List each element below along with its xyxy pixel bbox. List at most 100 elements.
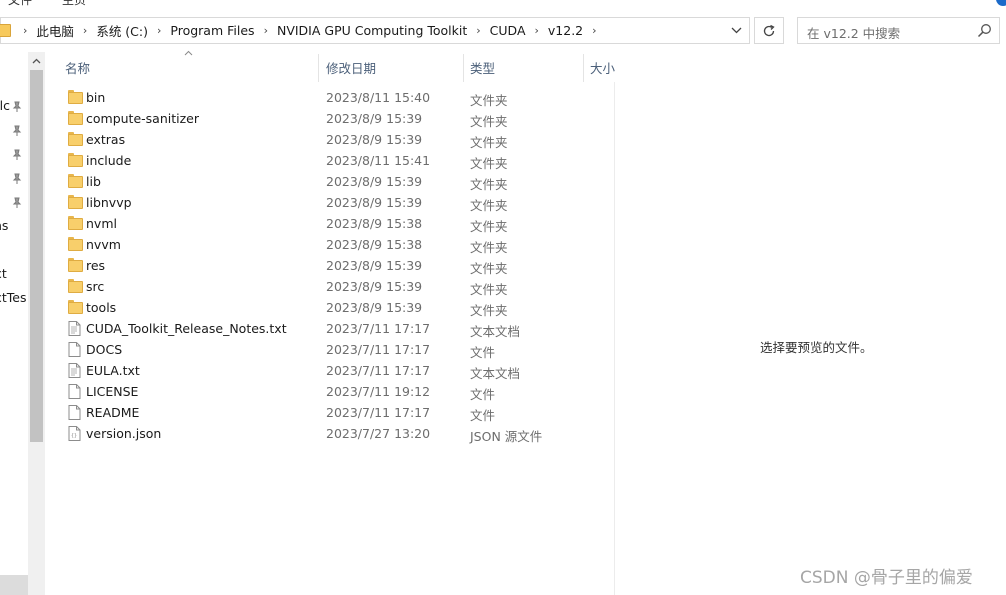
file-date: 2023/8/9 15:38 <box>326 237 423 252</box>
column-divider[interactable] <box>318 54 319 82</box>
file-row[interactable]: extras 2023/8/9 15:39 文件夹 <box>60 129 615 150</box>
crumb-cuda[interactable]: CUDA <box>487 23 529 38</box>
search-input[interactable]: 在 v12.2 中搜索 <box>807 23 900 42</box>
folder-icon <box>68 174 83 189</box>
file-row[interactable]: README 2023/7/11 17:17 文件 <box>60 402 615 423</box>
file-row[interactable]: bin 2023/8/11 15:40 文件夹 <box>60 87 615 108</box>
refresh-button[interactable] <box>754 17 784 44</box>
file-date: 2023/8/9 15:39 <box>326 258 423 273</box>
file-date: 2023/8/9 15:39 <box>326 195 423 210</box>
file-type: 文件夹 <box>470 177 508 192</box>
file-type: 文件夹 <box>470 114 508 129</box>
scroll-up-icon[interactable] <box>31 56 42 67</box>
scrollbar-thumb[interactable] <box>30 70 43 442</box>
column-header-type[interactable]: 类型 <box>470 58 495 78</box>
file-date: 2023/7/11 19:12 <box>326 384 431 399</box>
crumb-this-pc[interactable]: 此电脑 <box>33 21 77 40</box>
search-icon[interactable] <box>977 23 992 38</box>
text-file-icon <box>68 321 81 336</box>
file-type: 文件 <box>470 408 496 423</box>
crumb-program-files[interactable]: Program Files <box>167 23 257 38</box>
pin-icon[interactable] <box>12 173 22 185</box>
file-row[interactable]: src 2023/8/9 15:39 文件夹 <box>60 276 615 297</box>
nav-item[interactable]: ns <box>0 218 8 233</box>
folder-icon <box>68 153 83 168</box>
file-row[interactable]: libnvvp 2023/8/9 15:39 文件夹 <box>60 192 615 213</box>
file-row[interactable]: include 2023/8/11 15:41 文件夹 <box>60 150 615 171</box>
menu-item-home[interactable]: 主页 <box>62 0 86 8</box>
chevron-right-icon[interactable]: › <box>17 24 33 37</box>
preview-divider[interactable] <box>614 82 615 595</box>
file-row[interactable]: DOCS 2023/7/11 17:17 文件 <box>60 339 615 360</box>
nav-item[interactable]: ct <box>0 266 7 281</box>
file-name: README <box>86 405 140 420</box>
chevron-right-icon[interactable]: › <box>77 24 93 37</box>
address-bar[interactable]: › 此电脑 › 系统 (C:) › Program Files › NVIDIA… <box>0 17 750 44</box>
refresh-icon <box>763 24 775 36</box>
file-row[interactable]: nvvm 2023/8/9 15:38 文件夹 <box>60 234 615 255</box>
chevron-right-icon[interactable]: › <box>258 24 274 37</box>
file-row[interactable]: CUDA_Toolkit_Release_Notes.txt 2023/7/11 … <box>60 318 615 339</box>
file-date: 2023/8/9 15:39 <box>326 111 423 126</box>
nav-scrollbar[interactable] <box>28 52 45 595</box>
column-divider[interactable] <box>583 54 584 82</box>
column-divider[interactable] <box>463 54 464 82</box>
file-name: libnvvp <box>86 195 132 210</box>
file-name: nvml <box>86 216 117 231</box>
file-row[interactable]: nvml 2023/8/9 15:38 文件夹 <box>60 213 615 234</box>
file-icon <box>68 384 81 399</box>
file-row[interactable]: compute-sanitizer 2023/8/9 15:39 文件夹 <box>60 108 615 129</box>
pin-icon[interactable] <box>12 101 22 113</box>
file-row[interactable]: res 2023/8/9 15:39 文件夹 <box>60 255 615 276</box>
column-header-size[interactable]: 大小 <box>590 58 615 78</box>
help-icon[interactable] <box>996 0 1006 6</box>
folder-icon <box>68 90 83 105</box>
file-name: tools <box>86 300 117 315</box>
folder-icon <box>68 300 83 315</box>
nav-item[interactable]: ctTes <box>0 290 27 305</box>
file-icon <box>68 405 81 420</box>
chevron-down-icon <box>731 27 741 34</box>
file-date: 2023/7/11 17:17 <box>326 342 431 357</box>
file-row[interactable]: lib 2023/8/9 15:39 文件夹 <box>60 171 615 192</box>
chevron-right-icon[interactable]: › <box>586 24 602 37</box>
sort-ascending-icon <box>184 50 193 56</box>
column-header-name[interactable]: 名称 <box>65 58 90 78</box>
watermark: CSDN @骨子里的偏爱 <box>800 568 973 588</box>
crumb-v12-2[interactable]: v12.2 <box>545 23 586 38</box>
chevron-right-icon[interactable]: › <box>470 24 486 37</box>
crumb-nvidia-toolkit[interactable]: NVIDIA GPU Computing Toolkit <box>274 23 470 38</box>
file-type: 文件 <box>470 387 496 402</box>
file-name: version.json <box>86 426 162 441</box>
address-dropdown-button[interactable] <box>723 18 749 43</box>
file-type: 文件夹 <box>470 219 508 234</box>
svg-text:{}: {} <box>71 433 77 439</box>
folder-icon <box>68 216 83 231</box>
file-row[interactable]: {} version.json 2023/7/27 13:20 JSON 源文件 <box>60 423 615 444</box>
breadcrumb: › 此电脑 › 系统 (C:) › Program Files › NVIDIA… <box>17 18 603 43</box>
file-name: lib <box>86 174 101 189</box>
file-type: 文件夹 <box>470 261 508 276</box>
file-row[interactable]: tools 2023/8/9 15:39 文件夹 <box>60 297 615 318</box>
file-type: JSON 源文件 <box>470 429 543 444</box>
file-type: 文件夹 <box>470 303 508 318</box>
search-box[interactable]: 在 v12.2 中搜索 <box>797 17 1000 44</box>
folder-icon <box>68 111 83 126</box>
navigation-pane: alc ns ct ctTes <box>0 52 28 595</box>
folder-icon <box>68 279 83 294</box>
menu-item-file[interactable]: 文件 <box>8 0 32 8</box>
pin-icon[interactable] <box>12 197 22 209</box>
nav-item[interactable]: alc <box>0 98 10 113</box>
chevron-right-icon[interactable]: › <box>151 24 167 37</box>
crumb-system-c[interactable]: 系统 (C:) <box>93 21 151 40</box>
file-type: 文件夹 <box>470 135 508 150</box>
file-type: 文件夹 <box>470 93 508 108</box>
file-row[interactable]: LICENSE 2023/7/11 19:12 文件 <box>60 381 615 402</box>
file-name: CUDA_Toolkit_Release_Notes.txt <box>86 321 287 336</box>
chevron-right-icon[interactable]: › <box>529 24 545 37</box>
column-header-date[interactable]: 修改日期 <box>326 58 376 78</box>
file-row[interactable]: EULA.txt 2023/7/11 17:17 文本文档 <box>60 360 615 381</box>
pin-icon[interactable] <box>12 125 22 137</box>
pin-icon[interactable] <box>12 149 22 161</box>
file-name: DOCS <box>86 342 123 357</box>
